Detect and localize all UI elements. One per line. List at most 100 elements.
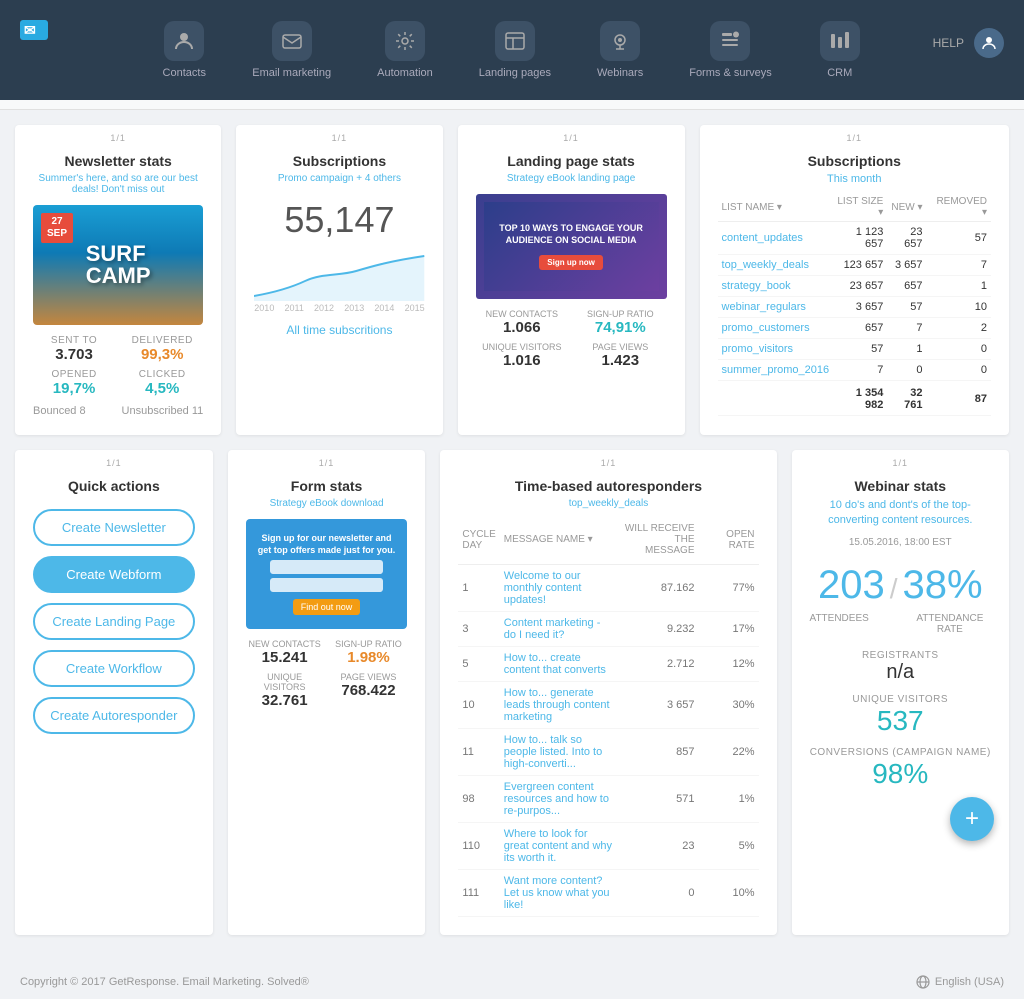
form-new-contacts-val: 15.241 [246, 649, 324, 666]
sidebar-item-contacts[interactable]: Contacts [144, 9, 224, 91]
delivered-val: 99,3% [121, 346, 203, 363]
totals-size: 1 354 982 [833, 381, 887, 416]
webinar-big-numbers: 203 / 38% [810, 563, 991, 608]
sidebar-item-automation[interactable]: Automation [359, 9, 451, 91]
subscriptions-data-table: LIST NAME ▾ LIST SIZE ▾ NEW ▾ REMOVED ▾ … [718, 193, 991, 416]
fab-button[interactable]: + [950, 797, 994, 841]
user-avatar[interactable] [974, 28, 1004, 58]
webinar-conversions: CONVERSIONS (CAMPAIGN NAME) 98% [810, 747, 991, 790]
clicked-val: 4,5% [121, 380, 203, 397]
table-row: summer_promo_2016 7 0 0 [718, 360, 991, 381]
form-subtitle: Strategy eBook download [246, 498, 408, 509]
totals-new: 32 761 [887, 381, 926, 416]
lp-image-text: TOP 10 WAYS TO ENGAGE YOUR AUDIENCE ON S… [494, 223, 649, 269]
list-removed: 10 [927, 297, 992, 318]
webinar-unique-visitors: UNIQUE VISITORS 537 [810, 694, 991, 737]
open-rate: 77% [699, 565, 759, 612]
message-name[interactable]: Welcome to our monthly content updates! [500, 565, 619, 612]
table-row: strategy_book 23 657 657 1 [718, 276, 991, 297]
list-size: 57 [833, 339, 887, 360]
open-rate: 30% [699, 682, 759, 729]
year-2013: 2013 [344, 303, 364, 313]
main-content: 1/1 Newsletter stats Summer's here, and … [0, 110, 1024, 965]
will-receive: 9.232 [619, 612, 699, 647]
lp-pageviews-label: PAGE VIEWS [574, 342, 666, 352]
message-name[interactable]: Content marketing - do I need it? [500, 612, 619, 647]
list-size: 3 657 [833, 297, 887, 318]
list-size: 23 657 [833, 276, 887, 297]
list-name[interactable]: promo_visitors [718, 339, 834, 360]
lp-signup-ratio-val: 74,91% [574, 319, 666, 336]
form-mock: Sign up for our newsletter and get top o… [246, 519, 408, 629]
create-newsletter-button[interactable]: Create Newsletter [33, 509, 195, 546]
fab-icon: + [965, 805, 979, 833]
create-landing-page-button[interactable]: Create Landing Page [33, 603, 195, 640]
language-selector[interactable]: English (USA) [916, 975, 1004, 989]
form-stats-grid: NEW CONTACTS 15.241 SIGN-UP RATIO 1.98% … [246, 639, 408, 709]
message-name[interactable]: Where to look for great content and why … [500, 823, 619, 870]
message-name[interactable]: How to... create content that converts [500, 647, 619, 682]
newsletter-stats: SENT TO 3.703 DELIVERED 99,3% OPENED 19,… [33, 335, 203, 397]
newsletter-widget-label: 1/1 [110, 133, 126, 143]
will-receive: 571 [619, 776, 699, 823]
will-receive: 87.162 [619, 565, 699, 612]
webinar-attendees-num: 203 [818, 563, 885, 608]
create-webform-button[interactable]: Create Webform [33, 556, 195, 593]
newsletter-title: Newsletter stats [33, 153, 203, 169]
list-name[interactable]: webinar_regulars [718, 297, 834, 318]
cycle-day: 98 [458, 776, 499, 823]
lp-new-contacts-val: 1.066 [476, 319, 568, 336]
message-name[interactable]: Want more content? Let us know what you … [500, 870, 619, 917]
table-row: 98 Evergreen content resources and how t… [458, 776, 758, 823]
delivered-stat: DELIVERED 99,3% [121, 335, 203, 363]
year-2012: 2012 [314, 303, 334, 313]
bounced-text: Bounced 8 [33, 405, 86, 417]
table-row: top_weekly_deals 123 657 3 657 7 [718, 255, 991, 276]
list-name[interactable]: content_updates [718, 222, 834, 255]
webinar-separator: / [890, 573, 898, 605]
sidebar-item-crm[interactable]: CRM [800, 9, 880, 91]
form-stats-card: 1/1 Form stats Strategy eBook download S… [228, 450, 426, 935]
create-autoresponder-button[interactable]: Create Autoresponder [33, 697, 195, 734]
message-name[interactable]: How to... talk so people listed. Into to… [500, 729, 619, 776]
list-removed: 7 [927, 255, 992, 276]
sidebar-item-email-marketing[interactable]: Email marketing [234, 9, 349, 91]
form-signup-ratio-label: SIGN-UP RATIO [330, 639, 408, 649]
table-row: promo_customers 657 7 2 [718, 318, 991, 339]
year-2010: 2010 [254, 303, 274, 313]
list-new: 0 [887, 360, 926, 381]
tbr-col-will-receive: WILL RECEIVE THE MESSAGE [619, 519, 699, 565]
list-name[interactable]: summer_promo_2016 [718, 360, 834, 381]
year-2015: 2015 [405, 303, 425, 313]
sidebar-item-webinars[interactable]: Webinars [579, 9, 661, 91]
clicked-stat: CLICKED 4,5% [121, 369, 203, 397]
nav-crm-label: CRM [827, 67, 852, 79]
help-link[interactable]: HELP [933, 36, 964, 50]
create-workflow-button[interactable]: Create Workflow [33, 650, 195, 687]
col-new: NEW ▾ [887, 193, 926, 222]
sidebar-item-landing-pages[interactable]: Landing pages [461, 9, 569, 91]
list-name[interactable]: top_weekly_deals [718, 255, 834, 276]
crm-icon [820, 21, 860, 61]
year-2011: 2011 [284, 303, 303, 313]
message-name[interactable]: How to... generate leads through content… [500, 682, 619, 729]
sidebar-item-forms-surveys[interactable]: Forms & surveys [671, 9, 790, 91]
sent-to-stat: SENT TO 3.703 [33, 335, 115, 363]
list-name[interactable]: promo_customers [718, 318, 834, 339]
logo[interactable]: ✉ [20, 20, 48, 43]
surf-text: SURFCAMP [86, 243, 151, 287]
list-size: 1 123 657 [833, 222, 887, 255]
layout-icon [495, 21, 535, 61]
bottom-row: 1/1 Quick actions Create NewsletterCreat… [15, 450, 1009, 935]
subs-chart-widget-label: 1/1 [332, 133, 348, 143]
date-month: SEP [47, 228, 67, 240]
form-title: Form stats [246, 478, 408, 494]
cycle-day: 10 [458, 682, 499, 729]
subscriptions-mini-chart [254, 251, 424, 301]
message-name[interactable]: Evergreen content resources and how to r… [500, 776, 619, 823]
table-row: 3 Content marketing - do I need it? 9.23… [458, 612, 758, 647]
list-name[interactable]: strategy_book [718, 276, 834, 297]
lp-image-title: TOP 10 WAYS TO ENGAGE YOUR AUDIENCE ON S… [494, 223, 649, 246]
opened-stat: OPENED 19,7% [33, 369, 115, 397]
all-time-link[interactable]: All time subscritions [254, 323, 424, 337]
